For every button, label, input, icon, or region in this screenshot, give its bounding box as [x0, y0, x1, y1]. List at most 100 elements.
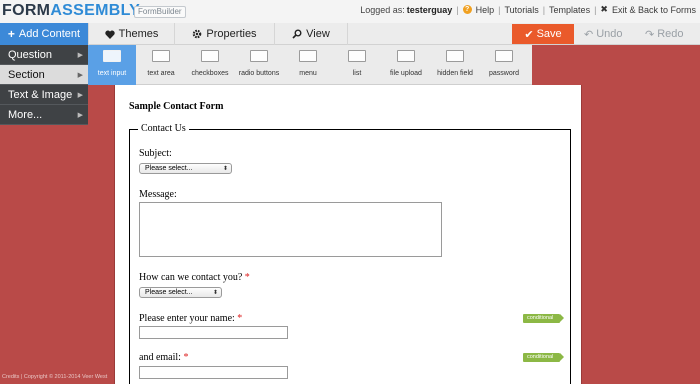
- chevron-right-icon: ▶: [77, 51, 83, 59]
- gear-icon: [193, 29, 202, 39]
- palette-file-upload[interactable]: file upload: [382, 45, 430, 85]
- properties-tab[interactable]: Properties: [174, 23, 274, 45]
- account-links: Logged as: testerguay | ? Help | Tutoria…: [360, 4, 696, 15]
- save-button[interactable]: ✔ Save: [512, 24, 574, 44]
- heart-icon: [104, 30, 115, 39]
- required-marker: *: [244, 272, 250, 283]
- top-header: FORM ASSEMBLY FormBuilder Logged as: tes…: [0, 0, 700, 23]
- username: testerguay: [406, 4, 453, 15]
- form-title[interactable]: Sample Contact Form: [129, 101, 223, 112]
- undo-label: Undo: [596, 28, 623, 40]
- formassembly-logo[interactable]: FORM ASSEMBLY: [2, 2, 140, 20]
- contact-method-select[interactable]: Please select... ⬍: [139, 287, 222, 298]
- palette-label: radio buttons: [238, 70, 280, 77]
- exit-icon: ✖: [600, 4, 608, 14]
- form-canvas: Sample Contact Form Contact Us Subject: …: [114, 85, 582, 384]
- required-marker: *: [183, 352, 189, 363]
- menu-item-label: Section: [8, 68, 45, 81]
- help-link[interactable]: Help: [476, 5, 495, 15]
- palette-label: text area: [147, 70, 175, 77]
- palette-label: text input: [97, 70, 127, 77]
- file-upload-icon: [397, 50, 415, 62]
- footer-credits: Credits | Copyright © 2011-2014 Veer Wes…: [2, 374, 108, 380]
- menu-item-section[interactable]: Section ▶: [0, 65, 88, 85]
- check-icon: ✔: [524, 28, 534, 41]
- subject-label: Subject:: [139, 148, 172, 159]
- hidden-field-icon: [446, 50, 464, 62]
- add-content-tab[interactable]: + Add Content: [0, 23, 88, 45]
- templates-link[interactable]: Templates: [549, 5, 590, 15]
- email-input[interactable]: [139, 366, 288, 379]
- contact-section[interactable]: Contact Us Subject: Please select... ⬍ M…: [129, 123, 571, 384]
- properties-label: Properties: [206, 28, 257, 40]
- themes-label: Themes: [118, 28, 159, 40]
- email-label: and email: *: [139, 352, 189, 363]
- menu-item-label: Text & Image: [8, 88, 73, 101]
- view-label: View: [306, 28, 330, 40]
- menu-item-question[interactable]: Question ▶: [0, 45, 88, 65]
- menu-item-label: Question: [8, 48, 53, 61]
- palette-label: hidden field: [437, 70, 473, 77]
- logged-as-label: Logged as:: [360, 4, 405, 15]
- plus-icon: +: [7, 27, 15, 41]
- exit-link[interactable]: Exit & Back to Forms: [612, 5, 696, 15]
- chevron-right-icon: ▶: [77, 71, 83, 79]
- name-input[interactable]: [139, 326, 288, 339]
- formbuilder-tag: FormBuilder: [134, 6, 186, 18]
- undo-icon: ↶: [584, 28, 594, 41]
- palette-password[interactable]: password: [480, 45, 528, 85]
- search-icon: [292, 29, 302, 39]
- subject-select[interactable]: Please select... ⬍: [139, 163, 232, 174]
- palette-list[interactable]: list: [333, 45, 381, 85]
- text-input-icon: [103, 50, 121, 62]
- palette-text-area[interactable]: text area: [137, 45, 185, 85]
- palette-label: menu: [299, 70, 317, 77]
- field-palette: text input text area checkboxes radio bu…: [88, 45, 532, 85]
- palette-menu[interactable]: menu: [284, 45, 332, 85]
- menu-icon: [299, 50, 317, 62]
- section-legend: Contact Us: [138, 123, 189, 134]
- conditional-badge[interactable]: conditional: [523, 353, 565, 362]
- help-icon: ?: [462, 5, 472, 14]
- logo-part-assembly: ASSEMBLY: [50, 2, 141, 19]
- palette-hidden-field[interactable]: hidden field: [431, 45, 479, 85]
- chevron-right-icon: ▶: [77, 111, 83, 119]
- palette-label: checkboxes: [191, 70, 229, 77]
- contact-select-value: Please select...: [145, 289, 193, 296]
- logo-part-form: FORM: [2, 2, 51, 19]
- name-label: Please enter your name: *: [139, 313, 243, 324]
- redo-label: Redo: [657, 28, 684, 40]
- add-content-menu: Question ▶ Section ▶ Text & Image ▶ More...…: [0, 45, 88, 125]
- redo-icon: ↷: [645, 28, 655, 41]
- undo-button[interactable]: ↶ Undo: [584, 23, 623, 45]
- menu-item-label: More...: [8, 108, 43, 121]
- chevron-right-icon: ▶: [77, 91, 83, 99]
- palette-checkboxes[interactable]: checkboxes: [186, 45, 234, 85]
- view-tab[interactable]: View: [274, 23, 348, 45]
- palette-radio-buttons[interactable]: radio buttons: [235, 45, 283, 85]
- tutorials-link[interactable]: Tutorials: [505, 5, 539, 15]
- message-label: Message:: [139, 189, 177, 200]
- palette-label: list: [352, 70, 362, 77]
- menu-item-text-image[interactable]: Text & Image ▶: [0, 85, 88, 105]
- themes-tab[interactable]: Themes: [88, 23, 174, 45]
- conditional-badge[interactable]: conditional: [523, 314, 565, 323]
- subject-select-value: Please select...: [145, 165, 193, 172]
- select-arrows-icon: ⬍: [212, 290, 218, 296]
- palette-label: password: [489, 70, 519, 77]
- contact-method-label: How can we contact you? *: [139, 272, 250, 283]
- required-marker: *: [237, 313, 243, 324]
- save-label: Save: [536, 28, 562, 40]
- message-textarea[interactable]: [139, 202, 442, 257]
- add-content-label: Add Content: [18, 28, 81, 40]
- list-icon: [348, 50, 366, 62]
- text-area-icon: [152, 50, 170, 62]
- checkboxes-icon: [201, 50, 219, 62]
- select-arrows-icon: ⬍: [222, 166, 228, 172]
- palette-text-input[interactable]: text input: [88, 45, 136, 85]
- palette-label: file upload: [390, 70, 422, 77]
- redo-button[interactable]: ↷ Redo: [645, 23, 684, 45]
- menu-item-more[interactable]: More... ▶: [0, 105, 88, 125]
- password-icon: [495, 50, 513, 62]
- radio-buttons-icon: [250, 50, 268, 62]
